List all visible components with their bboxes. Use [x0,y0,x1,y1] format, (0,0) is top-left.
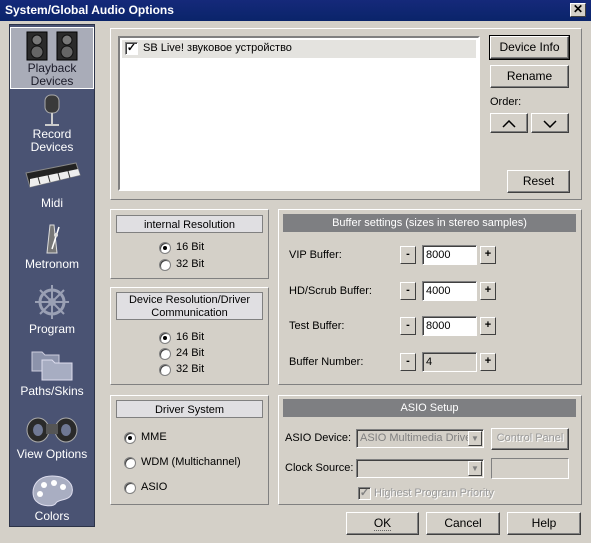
control-panel-button[interactable]: Control Panel [491,428,569,450]
asio-radio[interactable] [124,482,136,494]
cancel-button[interactable]: Cancel [426,512,500,535]
help-button[interactable]: Help [507,512,581,535]
internal-resolution-title: internal Resolution [116,215,263,233]
title-bar[interactable]: System/Global Audio Options ✕ [0,0,591,21]
internal-16bit-radio[interactable] [159,242,171,254]
device-enabled-checkbox[interactable]: ✓ [125,42,138,55]
test-buffer-decrement[interactable]: - [400,317,416,335]
buffer-number-increment[interactable]: + [480,353,496,371]
device-32bit-label: 32 Bit [176,363,205,375]
binoculars-icon [26,417,78,443]
playback-device-list[interactable]: ✓ SB Live! звуковое устройство [118,36,480,191]
hd-scrub-buffer-decrement[interactable]: - [400,282,416,300]
device-name: SB Live! звуковое устройство [143,42,292,54]
device-resolution-title-line1: Device Resolution/Driver [128,294,251,306]
sidebar-item-label: Colors [34,509,70,523]
close-icon[interactable]: ✕ [570,3,586,17]
internal-32bit-radio[interactable] [159,259,171,271]
device-16bit-radio[interactable] [159,332,171,344]
metronome-icon [46,224,60,254]
sidebar-item-label: Record Devices [30,127,74,154]
buffer-number-decrement[interactable]: - [400,353,416,371]
sidebar-item-label: Program [28,322,75,336]
ship-wheel-icon [35,285,69,319]
sidebar-item-label: Playback Devices [27,61,77,88]
asio-device-value: ASIO Multimedia Driver [360,432,475,444]
list-item[interactable]: ✓ SB Live! звуковое устройство [122,40,476,58]
ok-button-label: OK [373,516,392,531]
vip-buffer-label: VIP Buffer: [289,249,342,261]
device-resolution-title: Device Resolution/Driver Communication [116,292,263,320]
hd-scrub-buffer-input[interactable]: 4000 [422,281,477,301]
ok-button[interactable]: OK [346,512,419,535]
device-24bit-label: 24 Bit [176,347,205,359]
palette-icon [32,475,73,507]
buffer-number-input[interactable]: 4 [422,352,477,372]
cancel-button-label: Cancel [444,516,482,530]
chevron-down-icon [543,120,557,129]
sidebar-item-paths-skins[interactable]: Paths/Skins [10,343,94,403]
buffer-settings-title: Buffer settings (sizes in stereo samples… [283,214,576,232]
chevron-up-icon [502,119,516,128]
microphone-icon [44,94,60,126]
mme-radio[interactable] [124,432,136,444]
sidebar-item-midi[interactable]: Midi [10,157,94,213]
sidebar-item-label: Midi [40,196,63,210]
dropdown-arrow-icon[interactable]: ▼ [468,431,482,446]
asio-device-select[interactable]: ASIO Multimedia Driver ▼ [356,429,484,448]
device-24bit-radio[interactable] [159,348,171,360]
order-up-button[interactable] [490,113,528,133]
dropdown-arrow-icon[interactable]: ▼ [468,461,482,476]
vip-buffer-input[interactable]: 8000 [422,245,477,265]
sidebar-item-label: Paths/Skins [20,384,84,398]
sidebar-item-record-devices[interactable]: Record Devices [10,91,94,154]
vip-buffer-decrement[interactable]: - [400,246,416,264]
highest-priority-label: Highest Program Priority [374,487,494,499]
device-info-button[interactable]: Device Info [489,35,570,60]
wdm-label: WDM (Multichannel) [141,456,241,468]
test-buffer-increment[interactable]: + [480,317,496,335]
sidebar-item-metronom[interactable]: Metronom [10,219,94,277]
device-resolution-title-line2: Communication [151,307,228,319]
asio-label: ASIO [141,481,168,493]
device-16bit-label: 16 Bit [176,331,205,343]
mme-label: MME [141,431,167,443]
clock-source-field[interactable] [491,458,569,479]
test-buffer-input[interactable]: 8000 [422,316,477,336]
sidebar-item-playback-devices[interactable]: Playback Devices [10,27,94,89]
asio-device-label: ASIO Device: [285,432,352,444]
sidebar-item-view-options[interactable]: View Options [10,409,94,469]
rename-button[interactable]: Rename [490,65,569,88]
hd-scrub-buffer-label: HD/Scrub Buffer: [289,285,372,297]
speakers-icon [26,31,78,61]
driver-system-title: Driver System [116,400,263,418]
folders-icon [31,351,73,381]
buffer-number-label: Buffer Number: [289,356,364,368]
vip-buffer-increment[interactable]: + [480,246,496,264]
test-buffer-label: Test Buffer: [289,320,345,332]
highest-priority-checkbox[interactable]: ✓ [358,487,371,500]
help-button-label: Help [531,516,557,530]
internal-16bit-label: 16 Bit [176,241,205,253]
keyboard-icon [25,162,81,188]
device-32bit-radio[interactable] [159,364,171,376]
window-title: System/Global Audio Options [5,3,174,17]
sidebar-item-program[interactable]: Program [10,283,94,341]
order-label: Order: [490,96,522,108]
order-down-button[interactable] [531,113,569,133]
sidebar-item-label: View Options [16,447,88,461]
internal-32bit-label: 32 Bit [176,258,205,270]
sidebar: Playback Devices Record Devices Midi Met… [9,24,95,527]
clock-source-select[interactable]: ▼ [356,459,484,478]
clock-source-label: Clock Source: [285,462,354,474]
wdm-radio[interactable] [124,457,136,469]
hd-scrub-buffer-increment[interactable]: + [480,282,496,300]
sidebar-item-colors[interactable]: Colors [10,471,94,527]
reset-button[interactable]: Reset [507,170,570,193]
sidebar-item-label: Metronom [24,257,80,271]
asio-setup-title: ASIO Setup [283,399,576,417]
